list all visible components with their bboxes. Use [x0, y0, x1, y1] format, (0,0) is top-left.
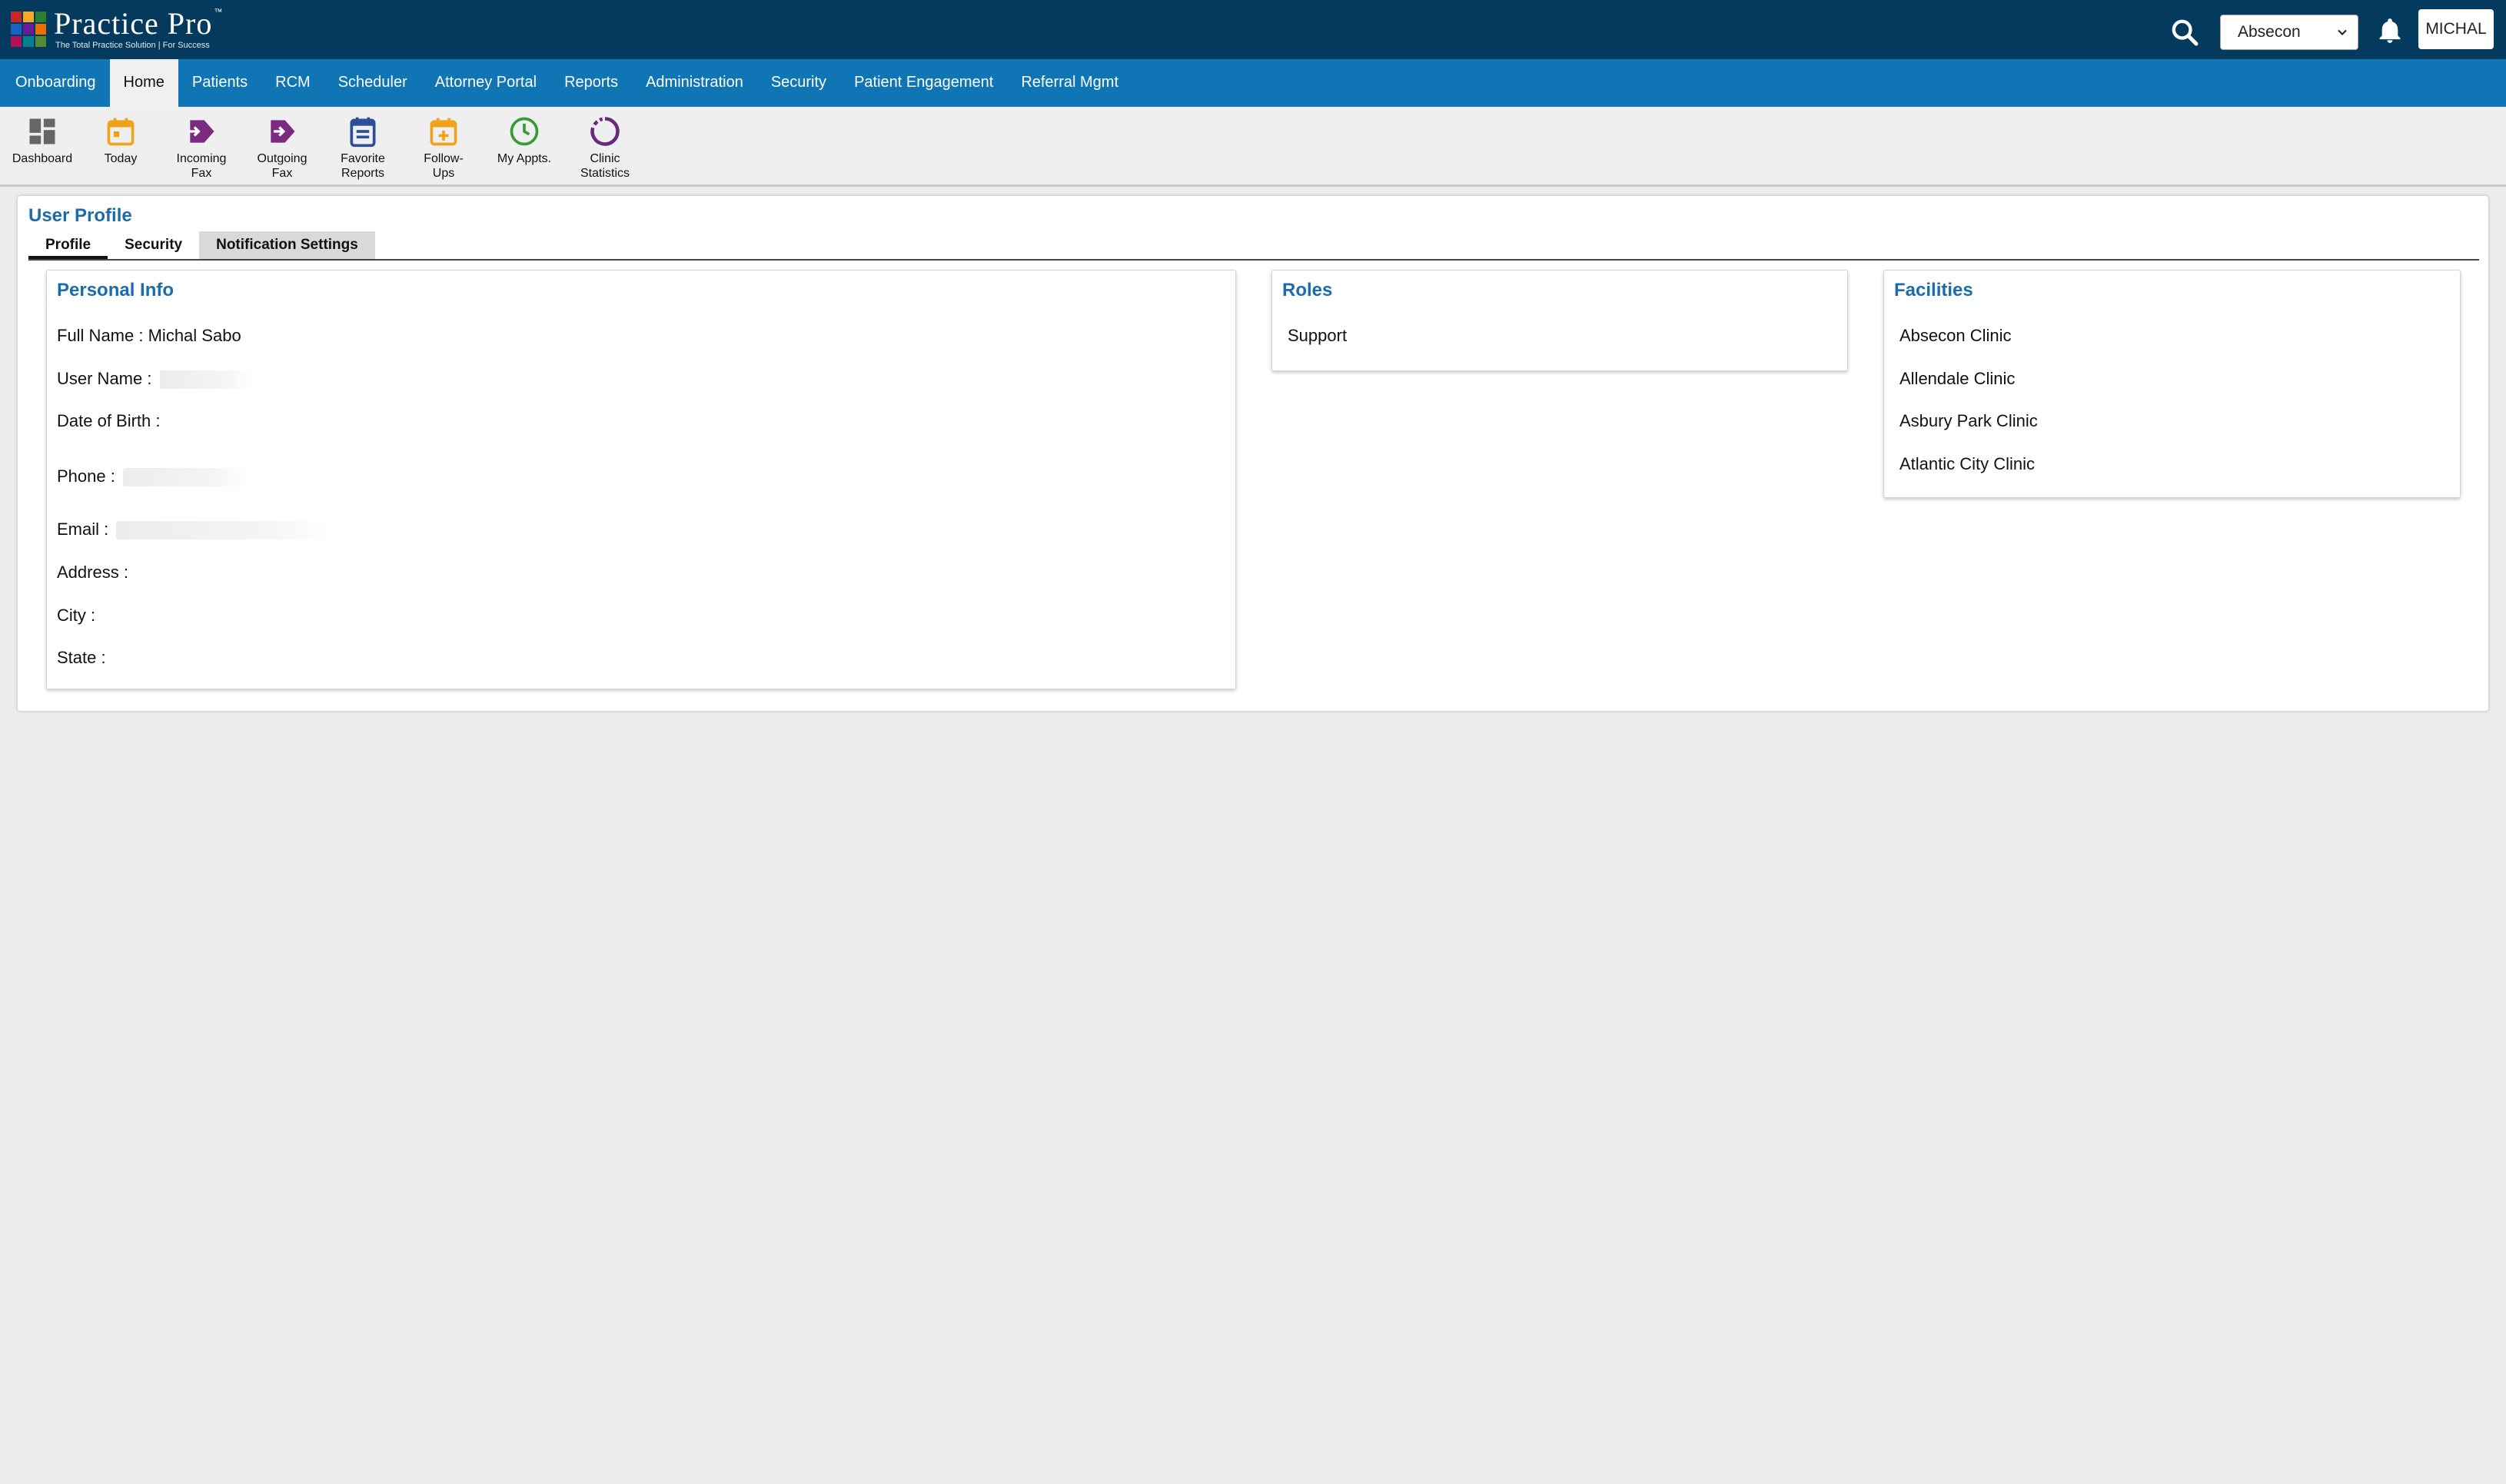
toolbar-clinic-statistics[interactable]: Clinic Statistics	[567, 115, 643, 181]
toolbar-label: Dashboard	[12, 152, 73, 165]
facility-item: Allendale Clinic	[1899, 369, 2016, 388]
user-menu-button[interactable]: MICHAL	[2418, 9, 2494, 49]
email-label: Email :	[57, 520, 109, 539]
city-label: City :	[57, 606, 96, 625]
full-name-row: Full Name : Michal Sabo	[57, 326, 241, 346]
nav-item-referral-mgmt[interactable]: Referral Mgmt	[1007, 59, 1132, 107]
logo-tagline: The Total Practice Solution | For Succes…	[55, 41, 210, 50]
favorite-reports-icon	[350, 117, 376, 148]
top-header: Practice Pro ™ The Total Practice Solutio…	[0, 0, 2506, 59]
phone-label: Phone :	[57, 466, 115, 486]
nav-item-onboarding[interactable]: Onboarding	[2, 59, 110, 107]
personal-info-panel: Personal Info Full Name : Michal Sabo Us…	[46, 270, 1236, 689]
roles-panel: Roles Support	[1271, 270, 1848, 371]
toolbar-label: My Appts.	[497, 152, 552, 165]
calendar-today-icon	[107, 118, 135, 146]
toolbar-incoming-fax[interactable]: Incoming Fax	[163, 115, 240, 181]
toolbar-dashboard[interactable]: Dashboard	[4, 115, 81, 166]
phone-row: Phone :	[57, 466, 252, 487]
tab-notification-settings[interactable]: Notification Settings	[199, 231, 375, 259]
toolbar-label: Clinic Statistics	[580, 152, 630, 180]
state-label: State :	[57, 648, 106, 667]
nav-item-administration[interactable]: Administration	[632, 59, 757, 107]
redacted-phone	[122, 468, 252, 487]
nav-item-patient-engagement[interactable]: Patient Engagement	[840, 59, 1007, 107]
quick-toolbar: Dashboard Today Incoming Fax Outgoing Fa…	[0, 107, 2506, 187]
toolbar-label: Follow- Ups	[424, 152, 464, 180]
full-name-value: Michal Sabo	[148, 326, 241, 345]
facility-item: Asbury Park Clinic	[1899, 411, 2038, 430]
nav-item-patients[interactable]: Patients	[178, 59, 261, 107]
main-nav: Onboarding Home Patients RCM Scheduler A…	[0, 59, 2506, 107]
logo-title: Practice Pro	[54, 6, 213, 41]
toolbar-outgoing-fax[interactable]: Outgoing Fax	[244, 115, 321, 181]
nav-item-security[interactable]: Security	[757, 59, 840, 107]
user-profile-card: User Profile Profile Security Notificati…	[18, 196, 2488, 711]
chevron-down-icon	[2338, 29, 2347, 35]
incoming-fax-icon	[188, 120, 214, 143]
toolbar-label: Favorite Reports	[341, 152, 385, 180]
user-name-label: User Name :	[57, 369, 152, 388]
toolbar-my-appts[interactable]: My Appts.	[486, 115, 563, 166]
nav-item-scheduler[interactable]: Scheduler	[324, 59, 421, 107]
toolbar-label: Today	[104, 152, 138, 165]
practice-pro-logo[interactable]: Practice Pro ™ The Total Practice Solutio…	[11, 6, 223, 50]
city-row: City :	[57, 606, 95, 626]
roles-title: Roles	[1282, 280, 1333, 300]
redacted-email	[116, 521, 332, 540]
search-icon[interactable]	[2169, 17, 2200, 48]
toolbar-today[interactable]: Today	[82, 115, 159, 166]
profile-tabs: Profile Security Notification Settings	[28, 231, 2479, 261]
redacted-user-name	[159, 370, 254, 390]
nav-item-attorney-portal[interactable]: Attorney Portal	[421, 59, 550, 107]
toolbar-label: Outgoing Fax	[257, 152, 307, 180]
bell-icon[interactable]	[2375, 15, 2405, 46]
dashboard-icon	[29, 118, 55, 144]
tab-profile[interactable]: Profile	[28, 231, 108, 259]
full-name-label: Full Name :	[57, 326, 144, 345]
role-item: Support	[1288, 326, 1348, 345]
personal-info-title: Personal Info	[57, 280, 174, 300]
clock-icon	[510, 117, 539, 146]
address-row: Address :	[57, 563, 128, 583]
dob-row: Date of Birth :	[57, 411, 161, 431]
facilities-title: Facilities	[1894, 280, 1973, 300]
logo-mark	[11, 12, 46, 47]
statistics-icon	[590, 117, 620, 146]
tab-security[interactable]: Security	[108, 231, 199, 259]
toolbar-label: Incoming Fax	[176, 152, 227, 180]
toolbar-favorite-reports[interactable]: Favorite Reports	[324, 115, 401, 181]
dob-label: Date of Birth :	[57, 411, 161, 430]
facility-item: Absecon Clinic	[1899, 326, 2012, 345]
facility-item: Atlantic City Clinic	[1899, 454, 2036, 473]
facilities-panel: Facilities Absecon Clinic Allendale Clin…	[1883, 270, 2461, 498]
toolbar-follow-ups[interactable]: Follow- Ups	[405, 115, 482, 181]
facility-select-value: Absecon	[2238, 23, 2301, 41]
nav-item-home[interactable]: Home	[109, 59, 178, 107]
address-label: Address :	[57, 563, 128, 582]
nav-item-reports[interactable]: Reports	[550, 59, 632, 107]
user-name-row: User Name :	[57, 369, 254, 390]
email-row: Email :	[57, 520, 332, 540]
state-row: State :	[57, 648, 106, 668]
nav-item-rcm[interactable]: RCM	[261, 59, 324, 107]
facility-select[interactable]: Absecon	[2220, 15, 2358, 50]
outgoing-fax-icon	[271, 120, 295, 143]
follow-ups-icon	[430, 118, 457, 146]
page-title: User Profile	[28, 205, 132, 226]
logo-text: Practice Pro ™ The Total Practice Solutio…	[54, 6, 223, 50]
